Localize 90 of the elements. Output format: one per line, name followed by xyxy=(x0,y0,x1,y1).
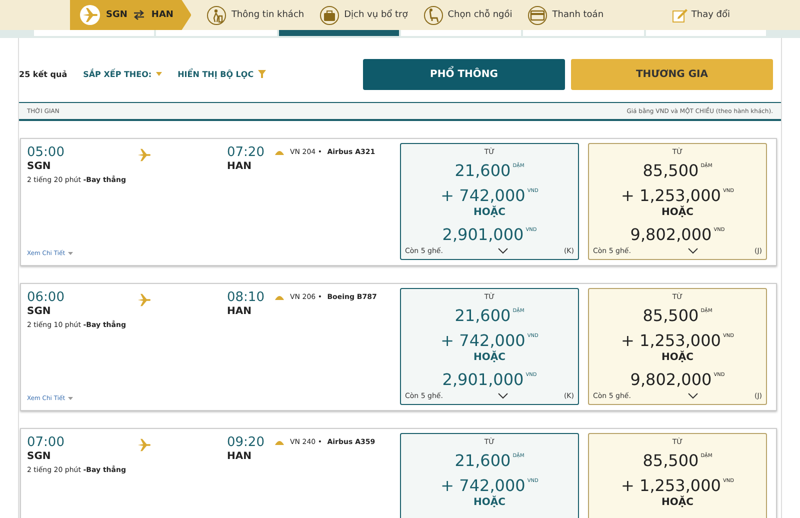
unit-label: VND xyxy=(527,478,538,484)
cash-price: + 1,253,000 xyxy=(621,331,721,350)
date-tab[interactable] xyxy=(34,30,154,36)
origin-code: SGN xyxy=(106,10,128,20)
person-luggage-icon xyxy=(207,6,226,24)
unit-label: VND xyxy=(526,227,537,233)
progress-step[interactable]: Thông tin khách xyxy=(207,6,304,24)
date-tab[interactable] xyxy=(156,30,277,36)
arrival-time: 08:10 xyxy=(227,290,266,305)
cash-price: + 742,000 xyxy=(440,186,526,205)
chevron-down-icon xyxy=(688,393,698,399)
airport-code: SGN xyxy=(27,306,52,317)
plane-icon xyxy=(137,148,151,162)
airport-code: SGN xyxy=(27,451,52,462)
route-step[interactable]: SGN HAN xyxy=(70,0,192,30)
unit-label: VND xyxy=(722,188,734,194)
miles-price: 21,600 xyxy=(454,161,511,180)
unit-label: DẶM xyxy=(700,453,712,459)
departure-time: 07:00 xyxy=(27,435,66,450)
seat-icon xyxy=(424,6,443,24)
caret-icon xyxy=(68,252,74,255)
departure-time: 05:00 xyxy=(27,145,66,160)
suitcase-icon xyxy=(320,6,340,24)
caret-icon xyxy=(156,72,162,76)
miles-price: 85,500 xyxy=(642,451,699,470)
unit-label: VND xyxy=(527,188,538,194)
destination-code: HAN xyxy=(151,10,174,20)
unit-label: DẶM xyxy=(512,308,524,314)
plane-icon xyxy=(137,438,151,452)
miles-price: 21,600 xyxy=(454,451,511,470)
credit-card-icon xyxy=(528,6,548,24)
chevron-down-icon xyxy=(498,393,508,399)
edit-icon xyxy=(672,7,688,23)
departure-time: 06:00 xyxy=(27,290,66,305)
unit-label: DẶM xyxy=(700,308,712,314)
unit-label: VND xyxy=(722,333,734,339)
unit-label: VND xyxy=(527,333,538,339)
or-label: HOẶC xyxy=(660,206,694,220)
date-tab[interactable] xyxy=(278,30,399,36)
airport-code: HAN xyxy=(227,451,252,462)
arrival-time: 07:20 xyxy=(227,145,266,160)
cabin-tab[interactable]: THƯƠNG GIA xyxy=(571,58,773,90)
chevron-down-icon xyxy=(688,248,698,254)
date-tab[interactable] xyxy=(646,30,766,36)
miles-price: 85,500 xyxy=(642,161,699,180)
airport-code: SGN xyxy=(27,161,52,172)
cabin-tab[interactable]: PHỔ THÔNG xyxy=(363,58,565,90)
airport-code: HAN xyxy=(227,161,252,172)
swap-icon xyxy=(133,10,146,20)
airline-logo-icon xyxy=(275,149,284,155)
sort-dropdown[interactable]: SẮP XẾP THEO: xyxy=(83,70,162,78)
miles-price: 21,600 xyxy=(454,306,511,325)
total-price: 9,802,000 xyxy=(630,370,712,389)
or-label: HOẶC xyxy=(472,206,506,220)
unit-label: VND xyxy=(526,372,537,378)
plane-icon xyxy=(137,293,151,307)
total-price: 9,802,000 xyxy=(630,225,712,244)
airline-logo-icon xyxy=(275,294,284,300)
cash-price: + 1,253,000 xyxy=(621,186,721,205)
chevron-down-icon xyxy=(498,248,508,254)
progress-step[interactable]: Chọn chỗ ngồi xyxy=(424,6,512,24)
cash-price: + 742,000 xyxy=(440,331,526,350)
or-label: HOẶC xyxy=(472,351,506,365)
date-tab[interactable] xyxy=(523,30,644,36)
unit-label: VND xyxy=(722,478,734,484)
unit-label: DẶM xyxy=(512,453,524,459)
change-link[interactable]: Thay đổi xyxy=(672,7,730,23)
cash-price: + 742,000 xyxy=(440,476,526,495)
or-label: HOẶC xyxy=(660,351,694,365)
total-price: 2,901,000 xyxy=(442,370,524,389)
cash-price: + 1,253,000 xyxy=(621,476,721,495)
unit-label: DẶM xyxy=(512,163,524,169)
miles-price: 85,500 xyxy=(642,306,699,325)
arrival-time: 09:20 xyxy=(227,435,266,450)
or-label: HOẶC xyxy=(660,496,694,510)
unit-label: DẶM xyxy=(700,163,712,169)
plane-icon xyxy=(80,5,100,25)
filter-icon xyxy=(258,70,266,78)
unit-label: VND xyxy=(714,227,725,233)
progress-step[interactable]: Dịch vụ bổ trợ xyxy=(320,6,408,24)
airport-code: HAN xyxy=(227,306,252,317)
or-label: HOẶC xyxy=(472,496,506,510)
total-price: 2,901,000 xyxy=(442,225,524,244)
airline-logo-icon xyxy=(275,439,284,445)
result-count: 25 kết quả xyxy=(19,70,68,78)
caret-icon xyxy=(68,397,74,400)
date-tab[interactable] xyxy=(400,30,522,36)
unit-label: VND xyxy=(714,372,725,378)
progress-step[interactable]: Thanh toán xyxy=(528,6,604,24)
filter-toggle[interactable]: HIỂN THỊ BỘ LỌC xyxy=(178,70,266,78)
